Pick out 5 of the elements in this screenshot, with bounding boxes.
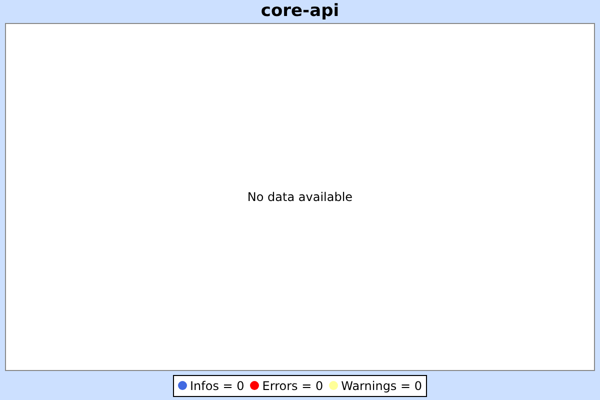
empty-message: No data available xyxy=(247,189,353,206)
legend-label: Warnings = 0 xyxy=(341,378,422,394)
legend-label: Infos = 0 xyxy=(190,378,244,394)
legend-label: Errors = 0 xyxy=(262,378,324,394)
chart-title: core-api xyxy=(260,3,340,20)
